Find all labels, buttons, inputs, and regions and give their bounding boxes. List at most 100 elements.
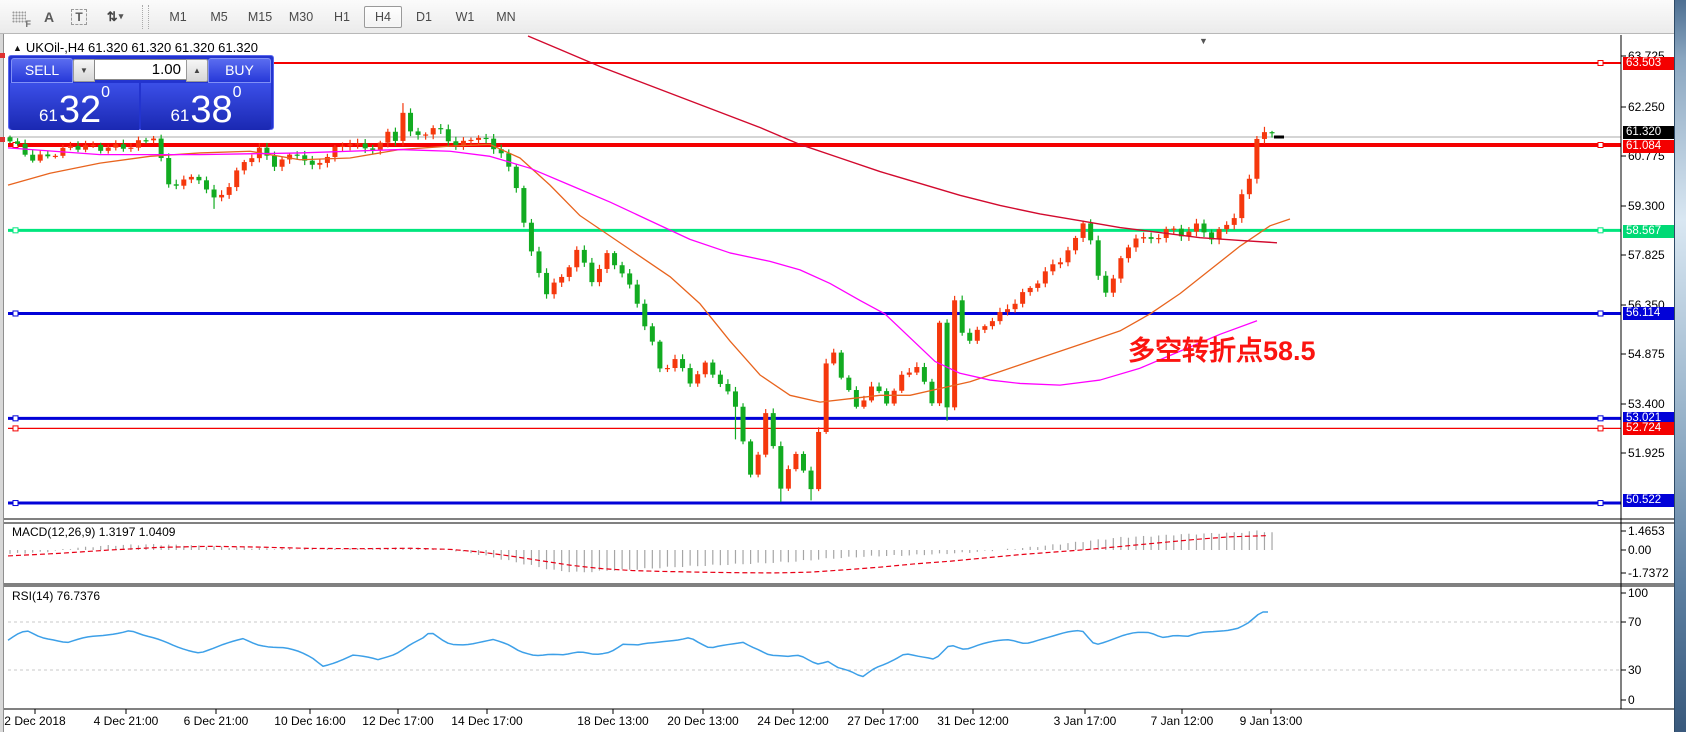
candle-body bbox=[408, 113, 413, 132]
time-axis-label: 3 Jan 17:00 bbox=[1054, 714, 1117, 728]
candle-body bbox=[589, 263, 594, 282]
candle-body bbox=[370, 148, 375, 150]
hline-handle[interactable] bbox=[1598, 311, 1603, 316]
candle-body bbox=[771, 413, 776, 446]
candle-body bbox=[45, 154, 50, 156]
tf-button-M15[interactable]: M15 bbox=[241, 6, 279, 28]
buy-button[interactable]: BUY bbox=[208, 58, 271, 83]
candle-body bbox=[1073, 238, 1078, 250]
candle-body bbox=[582, 250, 587, 263]
time-axis-label: 24 Dec 12:00 bbox=[757, 714, 828, 728]
hline-handle[interactable] bbox=[1598, 426, 1603, 431]
candle-body bbox=[574, 250, 579, 267]
mt4-window: F A T ⇅▾ M1M5M15M30H1H4D1W1MN ▲UKOil-,H4… bbox=[0, 0, 1686, 732]
price-badge-56.114: 56.114 bbox=[1623, 307, 1675, 320]
candle-body bbox=[1111, 279, 1116, 293]
candle-body bbox=[884, 391, 889, 403]
sell-price-small: 61 bbox=[39, 107, 58, 124]
candle-body bbox=[657, 342, 662, 369]
candle-body bbox=[166, 158, 171, 184]
tf-button-MN[interactable]: MN bbox=[487, 6, 525, 28]
candle-body bbox=[91, 145, 96, 146]
time-axis-label: 18 Dec 13:00 bbox=[577, 714, 648, 728]
chart-title: ▲UKOil-,H4 61.320 61.320 61.320 61.320 bbox=[13, 40, 258, 55]
volume-decrease-button[interactable]: ▼ bbox=[73, 59, 95, 82]
tf-button-H1[interactable]: H1 bbox=[323, 6, 361, 28]
time-axis-label: 6 Dec 21:00 bbox=[184, 714, 249, 728]
hline-handle[interactable] bbox=[13, 416, 18, 421]
candle-body bbox=[38, 154, 43, 160]
timeframe-toolbar: M1M5M15M30H1H4D1W1MN bbox=[159, 6, 525, 28]
candle-body bbox=[559, 277, 564, 283]
buy-price-button[interactable]: 61 38 0 bbox=[141, 83, 271, 130]
hline-handle[interactable] bbox=[13, 426, 18, 431]
candle-body bbox=[748, 441, 753, 474]
tf-button-M5[interactable]: M5 bbox=[200, 6, 238, 28]
volume-input[interactable] bbox=[94, 59, 187, 80]
candle-body bbox=[529, 223, 534, 252]
chart-shift-marker-icon[interactable]: ▼ bbox=[1199, 36, 1208, 46]
hline-handle[interactable] bbox=[1598, 143, 1603, 148]
tf-button-W1[interactable]: W1 bbox=[446, 6, 484, 28]
toolbar-separator bbox=[142, 5, 149, 29]
hline-handle[interactable] bbox=[13, 311, 18, 316]
candle-body bbox=[1270, 132, 1275, 133]
price-tick-label: 53.400 bbox=[1628, 397, 1665, 411]
candle-body bbox=[1096, 240, 1101, 275]
macd-signal-line bbox=[8, 536, 1268, 573]
rsi-axis-label: 0 bbox=[1628, 693, 1635, 707]
candle-body bbox=[151, 139, 156, 141]
candle-body bbox=[514, 167, 519, 188]
volume-increase-button[interactable]: ▲ bbox=[186, 59, 208, 82]
sell-price-button[interactable]: 61 32 0 bbox=[10, 83, 139, 130]
sort-arrows-icon[interactable]: ⇅▾ bbox=[98, 6, 132, 28]
candle-body bbox=[249, 158, 254, 162]
price-tick-label: 62.250 bbox=[1628, 100, 1665, 114]
candle-body bbox=[809, 471, 814, 490]
dot-grid-icon: F bbox=[12, 11, 26, 23]
candle-body bbox=[725, 384, 730, 391]
candle-body bbox=[113, 144, 118, 147]
tf-button-D1[interactable]: D1 bbox=[405, 6, 443, 28]
candle-body bbox=[997, 312, 1002, 321]
hline-handle[interactable] bbox=[13, 501, 18, 506]
candle-body bbox=[650, 326, 655, 341]
candle-body bbox=[1194, 224, 1199, 232]
price-tick-label: 59.300 bbox=[1628, 199, 1665, 213]
hline-handle[interactable] bbox=[1598, 416, 1603, 421]
tf-button-M1[interactable]: M1 bbox=[159, 6, 197, 28]
text-label-icon[interactable]: T bbox=[68, 6, 90, 28]
candle-body bbox=[801, 454, 806, 471]
candle-body bbox=[763, 413, 768, 455]
candle-body bbox=[1081, 223, 1086, 238]
candle-body bbox=[635, 285, 640, 304]
chart-canvas[interactable] bbox=[0, 34, 1686, 732]
tf-button-H4[interactable]: H4 bbox=[364, 6, 402, 28]
candle-body bbox=[468, 140, 473, 141]
candle-body bbox=[484, 138, 489, 139]
candle-body bbox=[960, 300, 965, 332]
hline-handle[interactable] bbox=[1598, 501, 1603, 506]
candle-body bbox=[703, 363, 708, 375]
candle-body bbox=[204, 180, 209, 189]
cursor-a-icon[interactable]: A bbox=[38, 6, 60, 28]
candle-body bbox=[446, 129, 451, 141]
hline-handle[interactable] bbox=[13, 228, 18, 233]
candle-body bbox=[461, 141, 466, 145]
candle-body bbox=[385, 132, 390, 143]
indicators-grid-icon[interactable]: F bbox=[8, 6, 30, 28]
hline-handle[interactable] bbox=[1598, 60, 1603, 65]
rsi-panel-label: RSI(14) 76.7376 bbox=[12, 589, 100, 603]
candle-body bbox=[272, 156, 277, 167]
sell-price-big: 32 bbox=[59, 94, 101, 127]
price-tick-label: 57.825 bbox=[1628, 248, 1665, 262]
candle-body bbox=[521, 188, 526, 223]
candle-body bbox=[438, 128, 443, 129]
tf-button-M30[interactable]: M30 bbox=[282, 6, 320, 28]
candle-body bbox=[846, 378, 851, 390]
hline-handle[interactable] bbox=[1598, 228, 1603, 233]
sell-button[interactable]: SELL bbox=[11, 58, 73, 83]
candles bbox=[8, 103, 1275, 502]
candle-body bbox=[741, 407, 746, 442]
candle-body bbox=[824, 363, 829, 432]
